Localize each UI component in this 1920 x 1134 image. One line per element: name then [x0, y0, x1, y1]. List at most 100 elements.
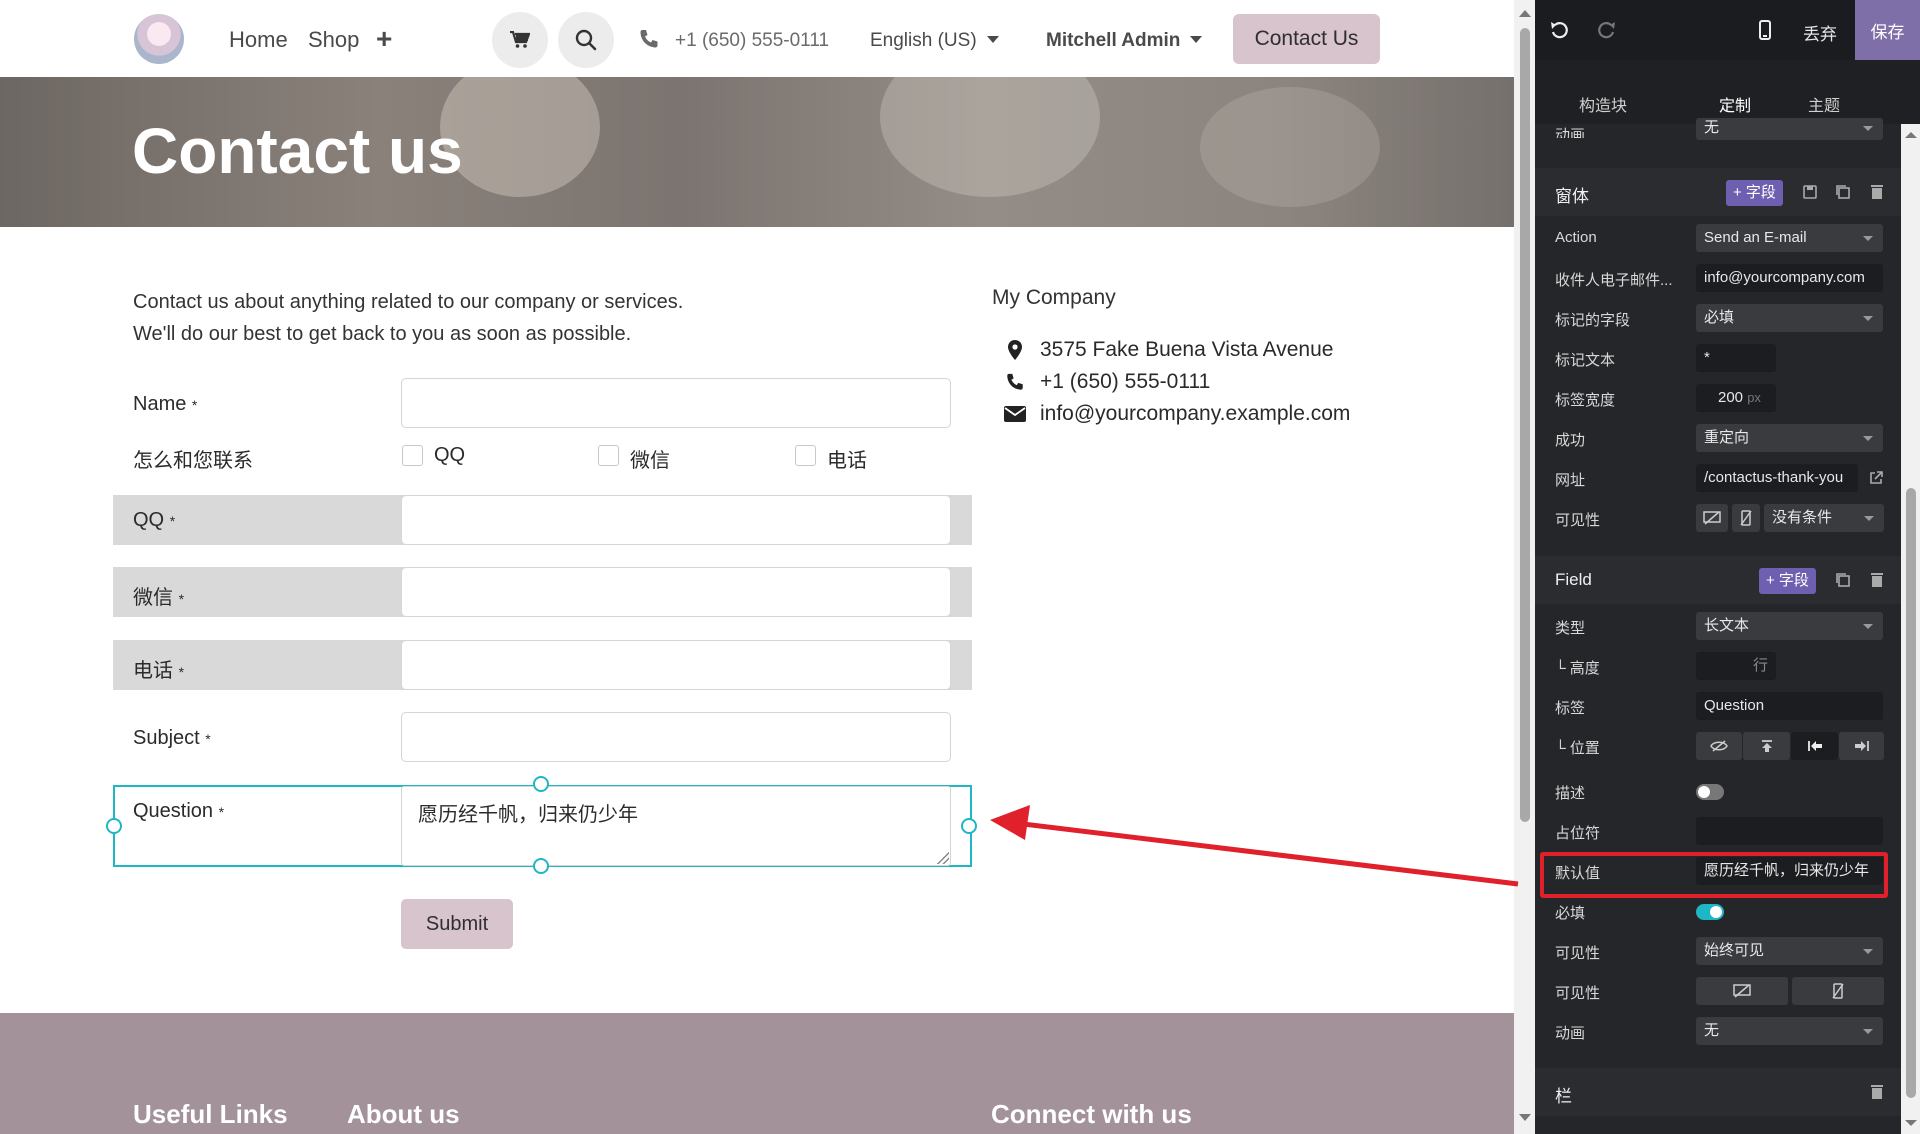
resize-handle-top[interactable] [533, 776, 549, 792]
external-link-icon[interactable] [1868, 470, 1884, 486]
page-scrollbar[interactable] [1514, 0, 1535, 1134]
position-label: └ 位置 [1555, 740, 1600, 757]
redo-button[interactable] [1592, 16, 1620, 44]
trash-icon[interactable] [1868, 571, 1886, 589]
field-add-field-button[interactable]: + 字段 [1759, 568, 1816, 594]
duplicate-icon[interactable] [1834, 183, 1852, 201]
recipient-input[interactable]: info@yourcompany.com [1696, 264, 1883, 292]
textarea-resize-handle[interactable] [937, 852, 949, 864]
phone-input[interactable] [401, 640, 951, 690]
nav-link-home[interactable]: Home [229, 27, 288, 53]
nav-link-shop[interactable]: Shop [308, 27, 359, 53]
resize-handle-left[interactable] [106, 818, 122, 834]
map-marker-icon [1004, 339, 1026, 361]
checkbox-wechat[interactable] [598, 445, 619, 466]
type-label: 类型 [1555, 620, 1586, 637]
company-phone-text: +1 (650) 555-0111 [1040, 370, 1211, 393]
scroll-up-arrow-icon[interactable] [1905, 132, 1917, 138]
arrow-up-icon [1761, 740, 1772, 752]
scroll-down-arrow-icon[interactable] [1905, 1120, 1917, 1126]
language-dropdown[interactable]: English (US) [870, 30, 999, 52]
dropdown-caret-icon [1863, 624, 1873, 629]
save-button[interactable]: 保存 [1855, 0, 1920, 60]
editor-scrollbar-thumb[interactable] [1906, 488, 1916, 1098]
name-input[interactable] [401, 378, 951, 428]
scroll-up-arrow-icon[interactable] [1519, 10, 1531, 17]
search-icon [575, 29, 597, 51]
action-select[interactable]: Send an E-mail [1696, 224, 1883, 252]
qq-label: QQ * [133, 509, 176, 531]
envelope-icon [1004, 403, 1026, 425]
editor-scrollbar[interactable] [1901, 124, 1920, 1134]
qq-input[interactable] [401, 495, 951, 545]
arrow-left-icon [1807, 741, 1822, 751]
scroll-down-arrow-icon[interactable] [1519, 1114, 1531, 1121]
search-button[interactable] [558, 12, 614, 68]
discard-button[interactable]: 丢弃 [1803, 20, 1837, 45]
intro-text: Contact us about anything related to our… [133, 286, 683, 350]
arrow-right-icon [1854, 741, 1869, 751]
resize-handle-bottom[interactable] [533, 858, 549, 874]
undo-button[interactable] [1546, 16, 1574, 44]
visibility-mobile-toggle[interactable] [1732, 504, 1760, 532]
placeholder-label: 占位符 [1555, 825, 1601, 842]
partial-animation-select[interactable]: 无 [1696, 118, 1883, 140]
url-input[interactable]: /contactus-thank-you [1696, 464, 1858, 492]
visibility-desktop-toggle[interactable] [1696, 504, 1728, 532]
field-visibility-select[interactable]: 始终可见 [1696, 937, 1883, 965]
success-label: 成功 [1555, 432, 1586, 449]
form-add-field-button[interactable]: + 字段 [1726, 180, 1783, 206]
wechat-input[interactable] [401, 567, 951, 617]
field-animation-select[interactable]: 无 [1696, 1017, 1883, 1045]
company-address: 3575 Fake Buena Vista Avenue [1004, 338, 1333, 362]
label-width-input[interactable]: 200 px [1696, 384, 1776, 412]
nav-phone-number[interactable]: +1 (650) 555-0111 [675, 30, 829, 52]
tab-customize[interactable]: 定制 [1719, 92, 1751, 116]
resize-handle-right[interactable] [961, 818, 977, 834]
submit-button[interactable]: Submit [401, 899, 513, 949]
mobile-preview-button[interactable] [1751, 16, 1779, 44]
form-visibility-condition-select[interactable]: 没有条件 [1764, 504, 1884, 532]
field-visibility-desktop-toggle[interactable] [1696, 977, 1788, 1005]
label-label: 标签 [1555, 700, 1586, 717]
position-top-button[interactable] [1743, 732, 1790, 760]
type-select[interactable]: 长文本 [1696, 612, 1883, 640]
position-left-button[interactable] [1791, 732, 1838, 760]
user-dropdown[interactable]: Mitchell Admin [1046, 30, 1203, 52]
trash-icon[interactable] [1868, 1083, 1886, 1101]
success-select[interactable]: 重定向 [1696, 424, 1883, 452]
company-email-text[interactable]: info@yourcompany.example.com [1040, 402, 1350, 426]
marked-fields-select[interactable]: 必填 [1696, 304, 1883, 332]
site-logo[interactable] [134, 14, 184, 64]
add-menu-item-icon[interactable]: + [376, 23, 392, 55]
contact-us-button[interactable]: Contact Us [1233, 14, 1380, 64]
checkbox-qq[interactable] [402, 445, 423, 466]
description-toggle[interactable] [1696, 784, 1724, 800]
subject-input[interactable] [401, 712, 951, 762]
duplicate-icon[interactable] [1834, 571, 1852, 589]
tab-theme[interactable]: 主题 [1808, 92, 1840, 116]
contact-method-label: 怎么和您联系 [133, 450, 253, 472]
tab-blocks[interactable]: 构造块 [1579, 92, 1627, 116]
height-input[interactable]: 行 [1696, 652, 1776, 680]
page-scrollbar-thumb[interactable] [1520, 28, 1530, 822]
mark-text-input[interactable]: * [1696, 344, 1776, 372]
description-label: 描述 [1555, 785, 1586, 802]
placeholder-input[interactable] [1696, 817, 1883, 845]
trash-icon[interactable] [1868, 183, 1886, 201]
toggle-knob [1698, 786, 1710, 798]
language-label: English (US) [870, 30, 977, 51]
partial-animation-label: 动画 [1555, 127, 1586, 138]
field-visibility-mobile-toggle[interactable] [1792, 977, 1884, 1005]
dropdown-caret-icon [1863, 949, 1873, 954]
cart-button[interactable] [492, 12, 548, 68]
caret-down-icon [1190, 36, 1203, 43]
required-toggle[interactable] [1696, 904, 1724, 920]
checkbox-phone[interactable] [795, 445, 816, 466]
position-right-button[interactable] [1839, 732, 1884, 760]
label-input[interactable]: Question [1696, 692, 1883, 720]
position-hidden-button[interactable] [1696, 732, 1742, 760]
checkbox-qq-label: QQ [434, 444, 466, 466]
save-snippet-icon[interactable] [1801, 183, 1819, 201]
hero-decor [440, 77, 600, 197]
